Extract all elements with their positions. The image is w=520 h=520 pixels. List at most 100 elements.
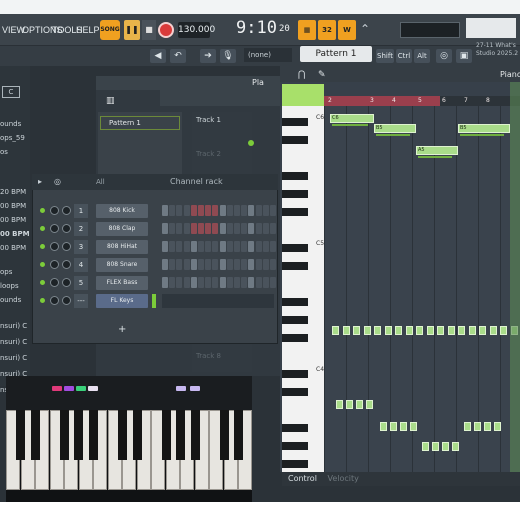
channel-name-button[interactable]: 808 Kick — [96, 204, 148, 218]
step-button[interactable] — [162, 277, 168, 288]
browser-item[interactable]: nsuri) C — [0, 322, 27, 330]
volume-knob[interactable] — [62, 242, 71, 251]
step-button[interactable] — [234, 277, 240, 288]
step-button[interactable] — [226, 205, 233, 216]
channel-rack-options-icon[interactable]: ◎ — [54, 177, 61, 186]
browser-item[interactable]: ounds — [0, 296, 21, 304]
black-key[interactable] — [282, 172, 308, 180]
mixer-track-number[interactable]: --- — [74, 294, 88, 308]
step-button[interactable] — [198, 277, 204, 288]
forward-icon[interactable]: ➔ — [200, 49, 216, 63]
step-button[interactable] — [190, 241, 197, 252]
mixer-track-number[interactable]: 1 — [74, 204, 88, 218]
step-button[interactable] — [169, 241, 176, 252]
step-button[interactable] — [226, 259, 233, 270]
menu-help[interactable]: HELP — [76, 25, 100, 35]
step-button[interactable] — [162, 205, 168, 216]
piano-keyboard[interactable] — [282, 106, 324, 472]
black-key[interactable] — [282, 334, 308, 342]
step-button[interactable] — [205, 259, 212, 270]
pan-knob[interactable] — [50, 206, 59, 215]
step-button[interactable] — [205, 277, 212, 288]
step-button[interactable] — [234, 241, 240, 252]
stop-button[interactable]: ■ — [142, 20, 156, 40]
channel-select-indicator[interactable] — [152, 294, 156, 308]
mixer-track-number[interactable]: 5 — [74, 276, 88, 290]
track-label[interactable]: Track 1 — [196, 116, 221, 124]
channel-name-button[interactable]: FL Keys — [96, 294, 148, 308]
step-button[interactable] — [241, 205, 248, 216]
browser-item[interactable]: 00 BPM — [0, 230, 30, 238]
mixer-track-number[interactable]: 3 — [74, 240, 88, 254]
step-button[interactable] — [255, 241, 262, 252]
note[interactable] — [458, 326, 465, 335]
browser-item[interactable]: os — [0, 148, 8, 156]
note[interactable] — [410, 422, 417, 431]
channel-rack-menu-icon[interactable]: ▸ — [38, 177, 42, 186]
step-button[interactable] — [248, 205, 255, 216]
step-button[interactable] — [270, 259, 276, 270]
step-button[interactable] — [219, 205, 226, 216]
note[interactable] — [474, 422, 481, 431]
step-button[interactable] — [183, 205, 190, 216]
track-label[interactable]: Track 2 — [196, 150, 221, 158]
step-button[interactable] — [190, 277, 197, 288]
browser-collapse-icon[interactable]: C — [2, 86, 20, 98]
tempo-display[interactable]: 130.000 — [178, 22, 215, 38]
channel-name-button[interactable]: 808 HiHat — [96, 240, 148, 254]
step-button[interactable] — [219, 241, 226, 252]
channel-mute-led[interactable] — [40, 262, 45, 267]
pattern-song-toggle-button[interactable]: ▦ — [298, 20, 316, 40]
black-key[interactable] — [282, 208, 308, 216]
note[interactable]: A5 — [416, 146, 458, 155]
browser-item[interactable]: ops_59 — [0, 134, 25, 142]
note[interactable] — [422, 442, 429, 451]
note[interactable] — [400, 422, 407, 431]
step-button[interactable] — [212, 259, 219, 270]
step-button[interactable] — [212, 277, 219, 288]
plugin-icon[interactable]: ▣ — [456, 49, 472, 63]
browser-item[interactable]: loops — [0, 282, 19, 290]
channel-mute-led[interactable] — [40, 298, 45, 303]
step-button[interactable] — [226, 277, 233, 288]
note-grid[interactable] — [324, 106, 520, 472]
step-button[interactable] — [198, 223, 204, 234]
note[interactable] — [363, 326, 371, 335]
channel-mute-led[interactable] — [40, 244, 45, 249]
ctrl-button[interactable]: Ctrl — [396, 49, 412, 63]
black-key[interactable] — [282, 262, 308, 270]
back-icon[interactable]: ◀ — [150, 49, 166, 63]
browser-item[interactable]: ounds — [0, 120, 21, 128]
volume-knob[interactable] — [62, 278, 71, 287]
pan-knob[interactable] — [50, 224, 59, 233]
step-button[interactable] — [262, 277, 269, 288]
volume-knob[interactable] — [62, 224, 71, 233]
track-active-led[interactable] — [248, 140, 254, 146]
note[interactable] — [353, 326, 360, 335]
browser-item[interactable]: ops — [0, 268, 12, 276]
channel-mute-led[interactable] — [40, 208, 45, 213]
step-button[interactable] — [183, 259, 190, 270]
step-button[interactable] — [241, 277, 248, 288]
note[interactable] — [336, 400, 343, 409]
note[interactable] — [395, 326, 402, 335]
track-label[interactable]: Track 8 — [196, 352, 221, 360]
alt-button[interactable]: Alt — [414, 49, 430, 63]
note[interactable]: B5 — [374, 124, 416, 133]
black-key[interactable] — [282, 388, 308, 396]
step-button[interactable] — [190, 223, 197, 234]
pattern-item[interactable]: Pattern 1 — [100, 116, 180, 130]
browser-item[interactable]: nsuri) C — [0, 354, 27, 362]
step-button[interactable] — [226, 241, 233, 252]
magnet-icon[interactable]: ⋂ — [298, 70, 305, 80]
loop-region[interactable] — [324, 96, 440, 106]
step-button[interactable] — [169, 205, 176, 216]
browser-item[interactable]: 20 BPM — [0, 188, 26, 196]
black-key[interactable] — [282, 460, 308, 468]
channel-mute-led[interactable] — [40, 226, 45, 231]
note[interactable] — [484, 422, 491, 431]
note[interactable] — [500, 326, 507, 335]
black-key[interactable] — [282, 190, 308, 198]
step-button[interactable] — [241, 259, 248, 270]
step-button[interactable] — [234, 259, 240, 270]
